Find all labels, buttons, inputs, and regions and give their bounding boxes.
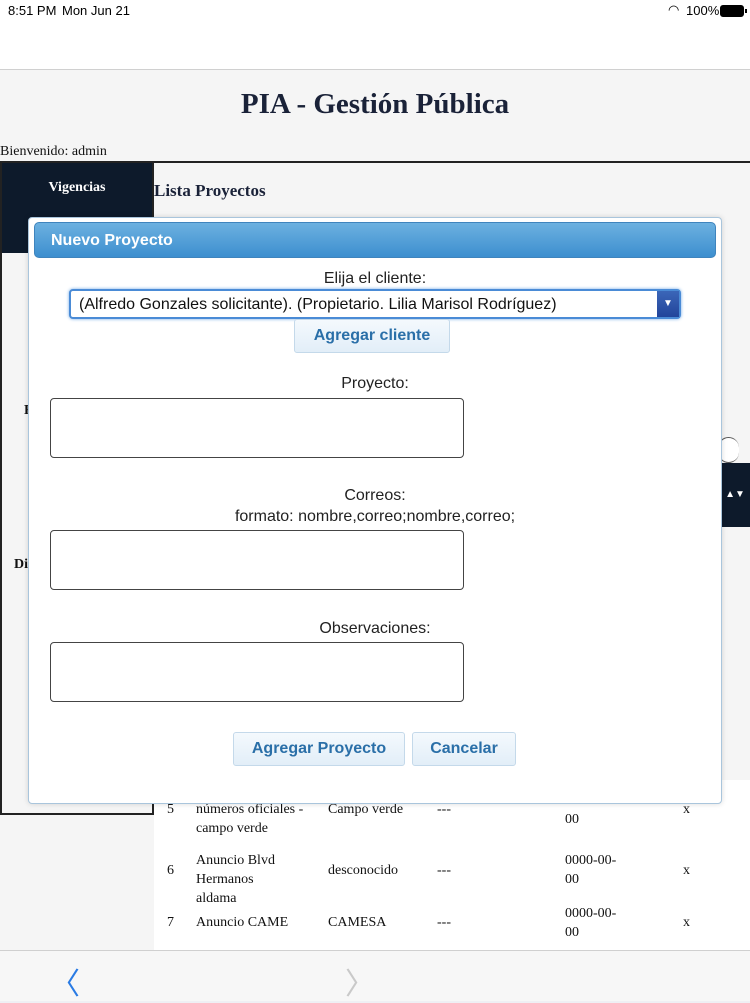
row-date: 0000-00-00	[565, 906, 617, 940]
client-select[interactable]: (Alfredo Gonzales solicitante). (Propiet…	[69, 289, 681, 319]
emails-input[interactable]	[50, 530, 464, 590]
battery-icon	[720, 5, 747, 17]
status-time: 8:51 PM	[8, 3, 57, 18]
list-title: Lista Proyectos	[154, 181, 266, 200]
battery-percentage: 100%	[686, 3, 720, 18]
dropdown-arrow-icon: ▼	[657, 291, 679, 317]
row-dash: ---	[437, 915, 451, 930]
status-bar: 8:51 PM Mon Jun 21 ◠ 100%	[0, 0, 750, 22]
welcome-text: Bienvenido: admin	[0, 144, 107, 159]
row-client: desconocido	[328, 863, 398, 878]
row-name: números oficiales - campo verde	[196, 802, 304, 836]
row-number: 7	[167, 915, 174, 930]
browser-top-bar	[0, 22, 750, 70]
row-name: Anuncio CAME	[196, 915, 289, 930]
status-date: Mon Jun 21	[62, 3, 130, 18]
wifi-icon: ◠	[668, 2, 680, 17]
delete-x[interactable]: x	[683, 861, 690, 880]
row-dash: ---	[437, 863, 451, 878]
dialog-title: Nuevo Proyecto	[34, 222, 716, 258]
row-name: Anuncio Blvd Hermanos aldama	[196, 853, 275, 906]
row-number: 6	[167, 863, 174, 878]
cancel-button[interactable]: Cancelar	[412, 732, 516, 766]
row-client: CAMESA	[328, 915, 387, 930]
delete-x[interactable]: x	[683, 913, 690, 932]
project-label: Proyecto:	[341, 375, 409, 392]
partial-select[interactable]: ▲▼	[720, 463, 750, 527]
row-date: 0000-00-00	[565, 853, 617, 887]
add-project-button[interactable]: Agregar Proyecto	[233, 732, 405, 766]
back-chevron-icon[interactable]: 〈	[50, 959, 80, 1003]
forward-chevron-icon[interactable]: 〉	[345, 959, 375, 1003]
project-input[interactable]	[50, 398, 464, 458]
emails-label: Correos:	[344, 487, 406, 504]
emails-format-hint: formato: nombre,correo;nombre,correo;	[234, 508, 516, 525]
client-label: Elija el cliente:	[323, 270, 427, 287]
new-project-dialog: Nuevo Proyecto Elija el cliente: (Alfred…	[28, 217, 722, 804]
add-client-button[interactable]: Agregar cliente	[294, 319, 450, 353]
client-select-value: (Alfredo Gonzales solicitante). (Propiet…	[79, 296, 557, 313]
sidebar-partial-label: Di	[14, 557, 28, 572]
browser-toolbar: 〈 〉	[0, 950, 750, 1003]
observations-input[interactable]	[50, 642, 464, 702]
observations-label: Observaciones:	[319, 620, 431, 637]
page-title: PIA - Gestión Pública	[240, 88, 510, 120]
